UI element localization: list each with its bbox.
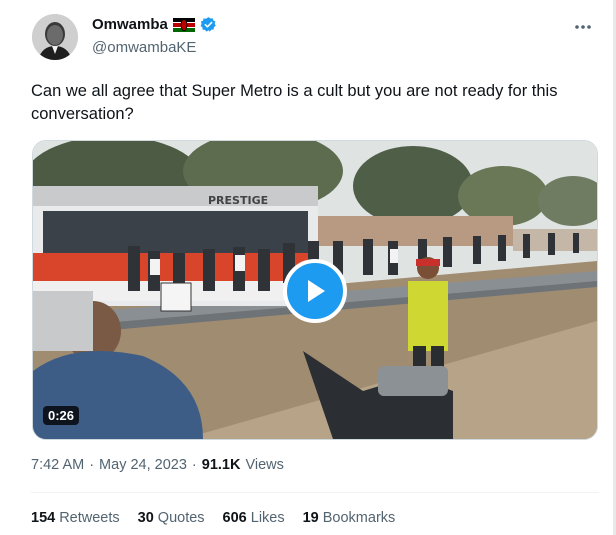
likes-label: Likes xyxy=(250,510,285,526)
retweets-stat[interactable]: 154 Retweets xyxy=(31,510,120,526)
retweets-label: Retweets xyxy=(59,510,120,526)
bus-destination-sign: PRESTIGE xyxy=(208,194,268,207)
play-icon xyxy=(308,280,325,302)
meta-separator: · xyxy=(89,457,95,473)
quotes-label: Quotes xyxy=(157,510,205,526)
likes-stat[interactable]: 606 Likes xyxy=(223,510,285,526)
engagement-stats: 154 Retweets 30 Quotes 606 Likes 19 Book… xyxy=(31,510,395,526)
play-button[interactable] xyxy=(283,259,347,323)
tweet-text: Can we all agree that Super Metro is a c… xyxy=(31,82,558,123)
tweet-date[interactable]: May 24, 2023 xyxy=(99,457,187,473)
author-name-row: Omwamba xyxy=(92,16,217,33)
bookmarks-label: Bookmarks xyxy=(322,510,396,526)
bookmarks-count: 19 xyxy=(302,510,319,526)
avatar[interactable] xyxy=(32,14,78,60)
views-label: Views xyxy=(245,457,284,473)
author-handle[interactable]: @omwambaKE xyxy=(92,39,196,56)
retweets-count: 154 xyxy=(31,510,56,526)
tweet-card: Omwamba @omwambaKE Can we all agree that… xyxy=(0,0,616,535)
quotes-stat[interactable]: 30 Quotes xyxy=(138,510,205,526)
verified-badge-icon xyxy=(200,16,217,33)
divider xyxy=(31,492,599,493)
views-count: 91.1K xyxy=(201,457,241,473)
more-options-icon[interactable] xyxy=(572,16,594,38)
quotes-count: 30 xyxy=(137,510,154,526)
video-player[interactable]: PRESTIGE 0:26 xyxy=(32,140,598,440)
likes-count: 606 xyxy=(222,510,247,526)
bookmarks-stat[interactable]: 19 Bookmarks xyxy=(303,510,396,526)
tweet-time[interactable]: 7:42 AM xyxy=(31,457,84,473)
video-duration: 0:26 xyxy=(43,406,80,425)
tweet-meta: 7:42 AM · May 24, 2023 · 91.1K Views xyxy=(31,457,284,473)
kenya-flag-icon xyxy=(172,17,195,32)
meta-separator: · xyxy=(191,457,197,473)
author-display-name[interactable]: Omwamba xyxy=(92,16,168,33)
